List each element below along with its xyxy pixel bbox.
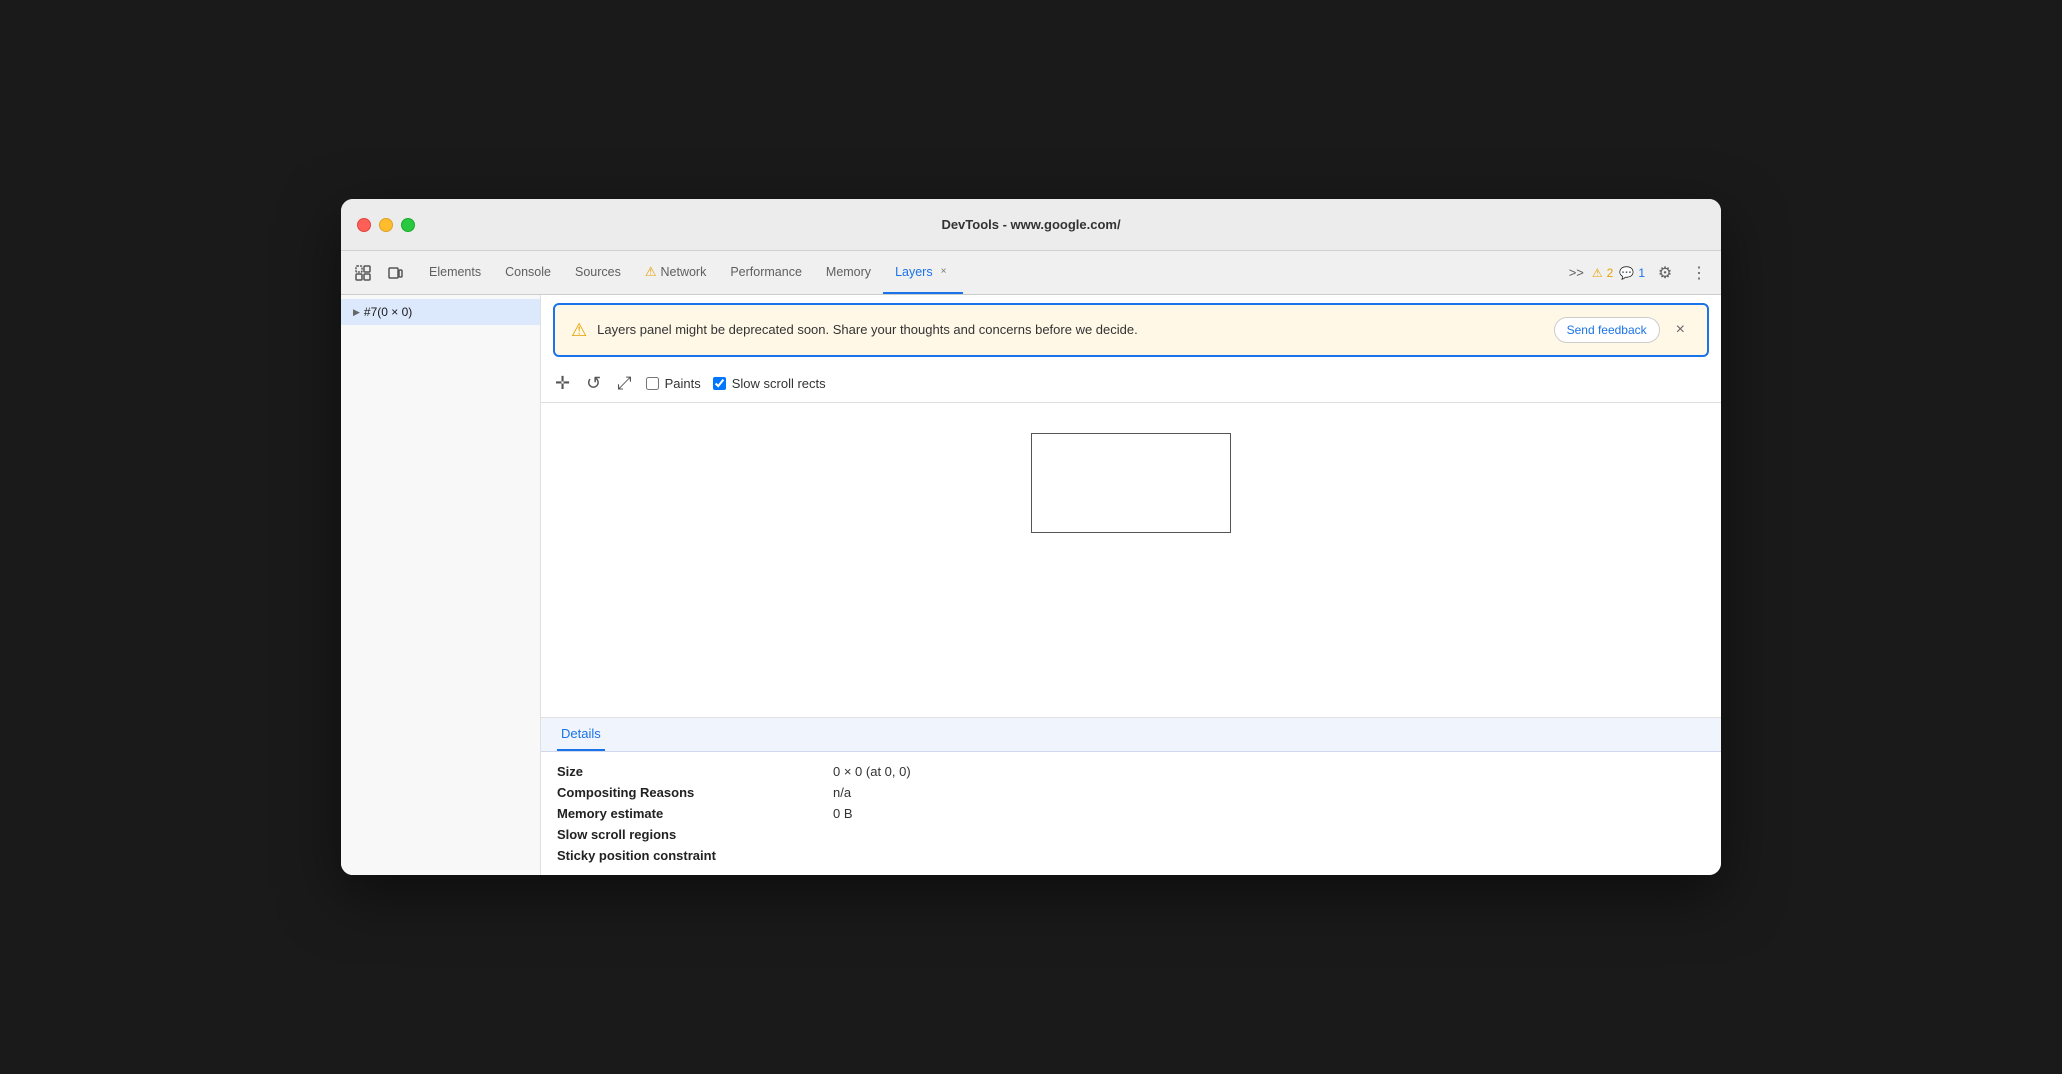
- layers-canvas[interactable]: [541, 403, 1721, 717]
- close-button[interactable]: [357, 218, 371, 232]
- sticky-position-value: [833, 848, 1705, 863]
- layers-toolbar: ✛ ↺ ⤢ Paints Slow scroll rects: [541, 365, 1721, 403]
- settings-button[interactable]: ⚙: [1651, 259, 1679, 287]
- size-label: Size: [557, 764, 817, 779]
- memory-value: 0 B: [833, 806, 1705, 821]
- resize-tool-button[interactable]: ⤢: [615, 371, 633, 396]
- deprecation-banner: ⚠ Layers panel might be deprecated soon.…: [553, 303, 1709, 357]
- details-section: Details Size 0 × 0 (at 0, 0) Compositing…: [541, 717, 1721, 875]
- arrow-icon: ▶: [353, 307, 360, 318]
- send-feedback-button[interactable]: Send feedback: [1554, 317, 1660, 343]
- sticky-position-label: Sticky position constraint: [557, 848, 817, 863]
- banner-message: Layers panel might be deprecated soon. S…: [597, 321, 1543, 339]
- paints-label[interactable]: Paints: [665, 376, 701, 391]
- banner-warning-icon: ⚠: [571, 320, 587, 341]
- details-tabs: Details: [541, 718, 1721, 752]
- slow-scroll-regions-label: Slow scroll regions: [557, 827, 817, 842]
- layers-sidebar: ▶ #7(0 × 0): [341, 295, 541, 875]
- gear-icon: ⚙: [1658, 263, 1672, 283]
- slow-scroll-checkbox[interactable]: [713, 377, 726, 390]
- tab-network[interactable]: ⚠ Network: [633, 251, 719, 294]
- tab-console[interactable]: Console: [493, 251, 563, 294]
- banner-close-button[interactable]: ×: [1670, 319, 1691, 341]
- tab-memory[interactable]: Memory: [814, 251, 883, 294]
- tab-elements[interactable]: Elements: [417, 251, 493, 294]
- slow-scroll-regions-value: [833, 827, 1705, 842]
- compositing-value: n/a: [833, 785, 1705, 800]
- rotate-tool-button[interactable]: ↺: [584, 371, 603, 396]
- tabs-overflow-button[interactable]: >>: [1561, 265, 1592, 280]
- slow-scroll-label[interactable]: Slow scroll rects: [732, 376, 826, 391]
- window-title: DevTools - www.google.com/: [941, 217, 1120, 232]
- paints-checkbox[interactable]: [646, 377, 659, 390]
- more-icon: ⋮: [1691, 263, 1707, 283]
- traffic-lights: [357, 218, 415, 232]
- warnings-badge[interactable]: ⚠ 2: [1592, 266, 1613, 280]
- devtools-window: DevTools - www.google.com/ El: [341, 199, 1721, 875]
- memory-label: Memory estimate: [557, 806, 817, 821]
- titlebar: DevTools - www.google.com/: [341, 199, 1721, 251]
- tab-layers-close[interactable]: ×: [937, 265, 951, 279]
- tabs-list: Elements Console Sources ⚠ Network Perfo…: [417, 251, 1561, 294]
- move-tool-button[interactable]: ✛: [553, 371, 572, 396]
- layer-visual-box: [1031, 433, 1231, 533]
- sidebar-item-label: #7(0 × 0): [364, 305, 412, 319]
- details-tab[interactable]: Details: [557, 718, 605, 751]
- tabs-right-actions: ⚠ 2 💬 1 ⚙ ⋮: [1592, 259, 1713, 287]
- network-warning-icon: ⚠: [645, 264, 657, 280]
- more-button[interactable]: ⋮: [1685, 259, 1713, 287]
- maximize-button[interactable]: [401, 218, 415, 232]
- devtools-tabbar: Elements Console Sources ⚠ Network Perfo…: [341, 251, 1721, 295]
- inspect-element-button[interactable]: [349, 259, 377, 287]
- device-toolbar-button[interactable]: [381, 259, 409, 287]
- sidebar-item-layer1[interactable]: ▶ #7(0 × 0): [341, 299, 540, 325]
- tab-performance[interactable]: Performance: [718, 251, 814, 294]
- info-badge[interactable]: 💬 1: [1619, 266, 1645, 280]
- warning-icon: ⚠: [1592, 266, 1603, 280]
- devtools-body: ▶ #7(0 × 0) ⚠ Layers panel might be depr…: [341, 295, 1721, 875]
- minimize-button[interactable]: [379, 218, 393, 232]
- tab-layers[interactable]: Layers ×: [883, 251, 963, 294]
- details-content: Size 0 × 0 (at 0, 0) Compositing Reasons…: [541, 752, 1721, 875]
- chat-icon: 💬: [1619, 266, 1634, 280]
- layers-main-panel: ⚠ Layers panel might be deprecated soon.…: [541, 295, 1721, 875]
- tab-icon-buttons: [349, 259, 409, 287]
- compositing-label: Compositing Reasons: [557, 785, 817, 800]
- size-value: 0 × 0 (at 0, 0): [833, 764, 1705, 779]
- slow-scroll-checkbox-group: Slow scroll rects: [713, 376, 826, 391]
- paints-checkbox-group: Paints: [646, 376, 701, 391]
- tab-sources[interactable]: Sources: [563, 251, 633, 294]
